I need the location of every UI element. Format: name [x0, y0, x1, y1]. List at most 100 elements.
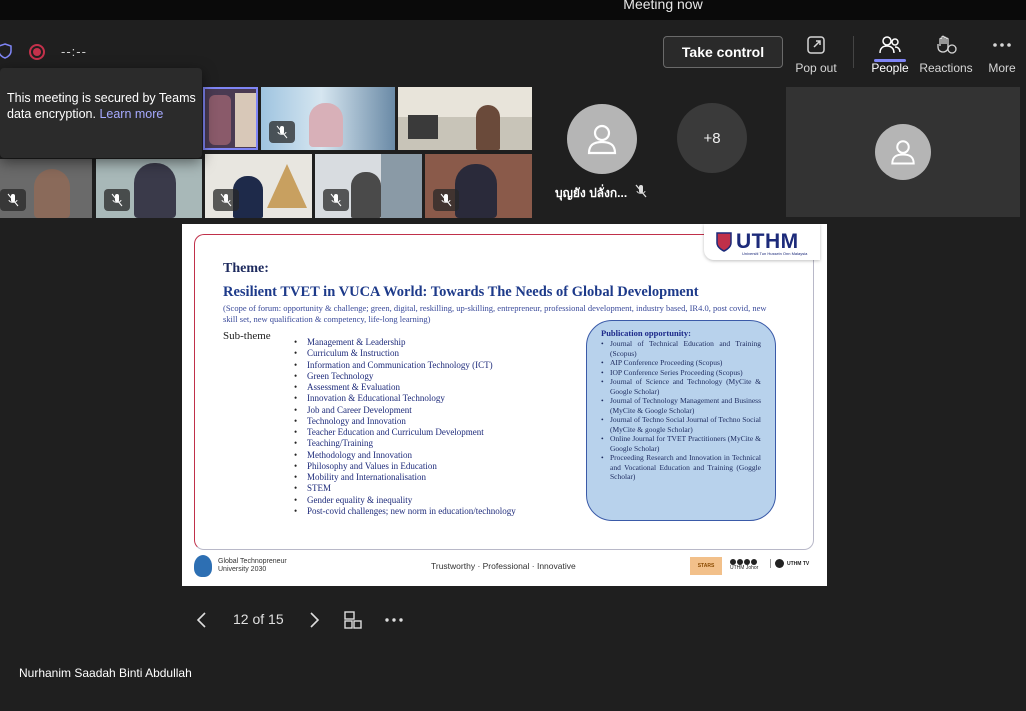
recording-icon — [29, 44, 45, 60]
logo-subtext: Universiti Tun Hussein Onn Malaysia — [742, 251, 808, 256]
video-tile[interactable] — [261, 87, 395, 150]
video-tile[interactable] — [398, 87, 532, 150]
list-item: Innovation & Educational Technology — [294, 393, 516, 405]
list-item: Information and Communication Technology… — [294, 360, 516, 372]
more-button[interactable]: More — [974, 34, 1026, 78]
footer-tagline-line2: University 2030 — [218, 566, 267, 573]
list-item: Methodology and Innovation — [294, 450, 516, 462]
video-tile[interactable] — [96, 159, 202, 218]
participant-avatar[interactable] — [567, 104, 637, 174]
pop-out-icon — [807, 36, 825, 54]
uthm-tv-label: UTHM TV — [787, 560, 810, 567]
people-button[interactable]: People — [862, 34, 918, 78]
participant-avatar — [875, 124, 931, 180]
muted-mic-indicator — [323, 189, 349, 211]
list-item: Technology and Innovation — [294, 416, 516, 428]
list-item: Teacher Education and Curriculum Develop… — [294, 427, 516, 439]
slide-page-indicator: 12 of 15 — [233, 611, 284, 627]
video-tile[interactable] — [425, 154, 532, 218]
meeting-timer: --:-- — [61, 44, 87, 59]
muted-mic-indicator — [433, 189, 459, 211]
subtheme-list: Management & Leadership Curriculum & Ins… — [294, 337, 516, 517]
list-item: Curriculum & Instruction — [294, 348, 516, 360]
list-item: Mobility and Internationalisation — [294, 472, 516, 484]
learn-more-link[interactable]: Learn more — [99, 107, 163, 121]
person-icon — [587, 124, 617, 155]
presenter-name: Nurhanim Saadah Binti Abdullah — [19, 666, 192, 680]
list-item: Post-covid challenges; new norm in educa… — [294, 506, 516, 518]
list-item: Journal of Techno Social Journal of Tech… — [601, 415, 761, 434]
muted-mic-indicator — [213, 189, 239, 211]
people-icon — [879, 36, 901, 54]
video-tile[interactable] — [0, 159, 92, 218]
footer-motto: Trustworthy · Professional · Innovative — [431, 561, 576, 571]
video-tile[interactable] — [205, 154, 312, 218]
next-slide-icon[interactable] — [307, 611, 321, 629]
pop-out-label: Pop out — [795, 61, 837, 75]
list-item: Management & Leadership — [294, 337, 516, 349]
list-item: Teaching/Training — [294, 438, 516, 450]
list-item: Proceeding Research and Innovation in Te… — [601, 453, 761, 482]
list-item: IOP Conference Series Proceeding (Scopus… — [601, 368, 761, 378]
mic-off-icon — [276, 125, 288, 139]
uthm-tv-badge: UTHM TV — [770, 559, 809, 568]
list-item: Journal of Technical Education and Train… — [601, 339, 761, 358]
take-control-button[interactable]: Take control — [663, 36, 783, 68]
footer-tagline-line1: Global Technopreneur — [218, 558, 287, 565]
reactions-button[interactable]: Reactions — [918, 34, 974, 78]
theme-heading: Resilient TVET in VUCA World: Towards Th… — [223, 284, 699, 300]
muted-mic-indicator — [0, 189, 26, 211]
social-links: UTHM Johor — [730, 559, 758, 571]
people-active-indicator — [874, 59, 906, 62]
list-item: Gender equality & inequality — [294, 495, 516, 507]
reactions-label: Reactions — [919, 61, 973, 75]
publication-list: Journal of Technical Education and Train… — [601, 339, 761, 482]
toolbar-divider — [853, 36, 854, 68]
uthm-crest-icon — [716, 232, 732, 252]
shield-icon[interactable] — [0, 43, 12, 59]
list-item: AIP Conference Proceeding (Scopus) — [601, 358, 761, 368]
muted-mic-indicator — [104, 189, 130, 211]
list-item: Journal of Technology Management and Bus… — [601, 396, 761, 415]
stars-badge: STARS — [690, 557, 722, 575]
people-label: People — [871, 61, 909, 75]
list-item: Journal of Science and Technology (MyCit… — [601, 377, 761, 396]
video-tile[interactable] — [315, 154, 422, 218]
meeting-title: Meeting now — [623, 0, 703, 12]
previous-slide-icon[interactable] — [195, 611, 209, 629]
slide-grid-icon[interactable] — [343, 610, 363, 630]
slide-footer: Global Technopreneur University 2030 Tru… — [182, 550, 827, 586]
publication-title: Publication opportunity: — [601, 328, 691, 338]
list-item: Assessment & Evaluation — [294, 382, 516, 394]
encryption-tooltip: This meeting is secured by Teams data en… — [0, 68, 202, 158]
list-item: Green Technology — [294, 371, 516, 383]
more-icon — [993, 43, 1011, 47]
pop-out-button[interactable]: Pop out — [788, 34, 844, 78]
title-bar: Meeting now — [0, 0, 1026, 20]
video-tile[interactable] — [203, 87, 258, 150]
mic-off-icon — [7, 193, 19, 207]
slide-more-icon[interactable] — [383, 611, 405, 629]
mic-off-icon — [111, 193, 123, 207]
list-item: Online Journal for TVET Practitioners (M… — [601, 434, 761, 453]
participant-name: บุญยัง ปลั่งก... — [555, 186, 628, 200]
shared-slide: UTHM Universiti Tun Hussein Onn Malaysia… — [182, 224, 827, 586]
theme-label: Theme: — [223, 261, 269, 276]
gtu-logo-icon — [194, 555, 212, 577]
list-item: STEM — [294, 483, 516, 495]
list-item: Job and Career Development — [294, 405, 516, 417]
mic-off-icon — [635, 184, 647, 198]
overflow-participants-button[interactable]: +8 — [677, 103, 747, 173]
muted-mic-indicator — [269, 121, 295, 143]
person-icon — [891, 140, 915, 165]
mic-off-icon — [330, 193, 342, 207]
participant-tile[interactable] — [786, 87, 1020, 217]
more-label: More — [988, 61, 1016, 75]
footer-tagline: Global Technopreneur University 2030 — [218, 558, 287, 574]
publication-box: Publication opportunity: Journal of Tech… — [586, 320, 776, 521]
youtube-icon — [775, 559, 784, 568]
mic-off-icon — [440, 193, 452, 207]
list-item: Philosophy and Values in Education — [294, 461, 516, 473]
mic-off-icon — [220, 193, 232, 207]
subtheme-label: Sub-theme — [223, 330, 271, 342]
